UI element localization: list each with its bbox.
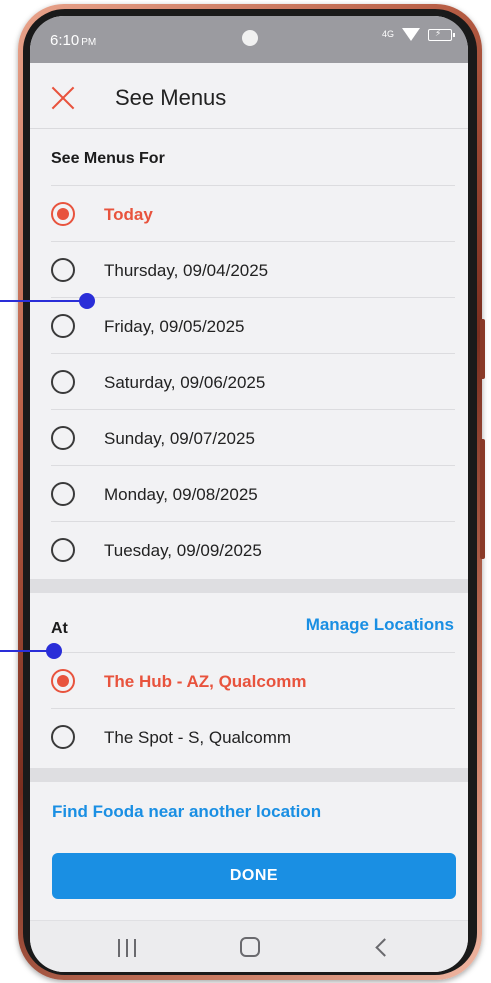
date-option-label: Monday, 09/08/2025 [104,485,258,504]
location-option-label: The Spot - S, Qualcomm [104,728,292,747]
app-screen: 6:10 PM 4G ⚡ See Menus See Menus For Toda… [30,16,468,972]
status-time: 6:10 PM [50,32,97,49]
battery-icon: ⚡ [428,28,455,41]
date-option-label: Friday, 09/05/2025 [104,317,245,336]
power-button [480,439,485,559]
date-option-label: Sunday, 09/07/2025 [104,429,255,448]
annotation-line [0,300,88,302]
date-option-label: Today [104,205,153,224]
date-option-label: Thursday, 09/04/2025 [104,261,269,280]
status-icons: 4G ⚡ [381,28,455,41]
wifi-icon [402,28,420,41]
section-divider [30,768,468,782]
date-option-thursday[interactable]: Thursday, 09/04/2025 [51,241,455,297]
volume-button [480,319,485,379]
dates-section-title: See Menus For [51,150,165,167]
home-icon[interactable] [240,937,260,957]
date-option-label: Saturday, 09/06/2025 [104,373,266,392]
radio-unselected-icon[interactable] [51,314,75,338]
radio-unselected-icon[interactable] [51,538,75,562]
date-option-saturday[interactable]: Saturday, 09/06/2025 [51,353,455,409]
date-option-sunday[interactable]: Sunday, 09/07/2025 [51,409,455,465]
location-option-hub[interactable]: The Hub - AZ, Qualcomm [51,652,455,708]
close-icon[interactable] [50,85,76,111]
done-button[interactable]: DONE [52,853,456,899]
location-option-label: The Hub - AZ, Qualcomm [104,672,307,691]
date-option-label: Tuesday, 09/09/2025 [104,541,262,560]
android-nav-bar [30,920,468,972]
page-title: See Menus [115,85,227,110]
radio-unselected-icon[interactable] [51,482,75,506]
header: See Menus [30,63,468,129]
back-icon[interactable] [372,937,392,957]
locations-section-title: At [51,620,68,637]
network-icon: 4G [381,29,394,39]
location-option-spot[interactable]: The Spot - S, Qualcomm [51,708,455,764]
front-camera [242,30,258,46]
date-option-today[interactable]: Today [51,185,455,241]
radio-selected-icon[interactable] [51,669,75,693]
radio-selected-icon[interactable] [51,202,75,226]
annotation-dot [46,643,62,659]
radio-unselected-icon[interactable] [51,426,75,450]
date-option-monday[interactable]: Monday, 09/08/2025 [51,465,455,521]
radio-unselected-icon[interactable] [51,370,75,394]
radio-unselected-icon[interactable] [51,725,75,749]
date-option-tuesday[interactable]: Tuesday, 09/09/2025 [51,521,455,577]
radio-unselected-icon[interactable] [51,258,75,282]
find-another-location-link[interactable]: Find Fooda near another location [52,802,321,822]
recent-apps-icon[interactable] [118,939,138,957]
manage-locations-link[interactable]: Manage Locations [306,615,454,635]
date-option-friday[interactable]: Friday, 09/05/2025 [51,297,455,353]
annotation-dot [79,293,95,309]
status-bar: 6:10 PM 4G ⚡ [30,16,468,63]
section-divider [30,579,468,593]
